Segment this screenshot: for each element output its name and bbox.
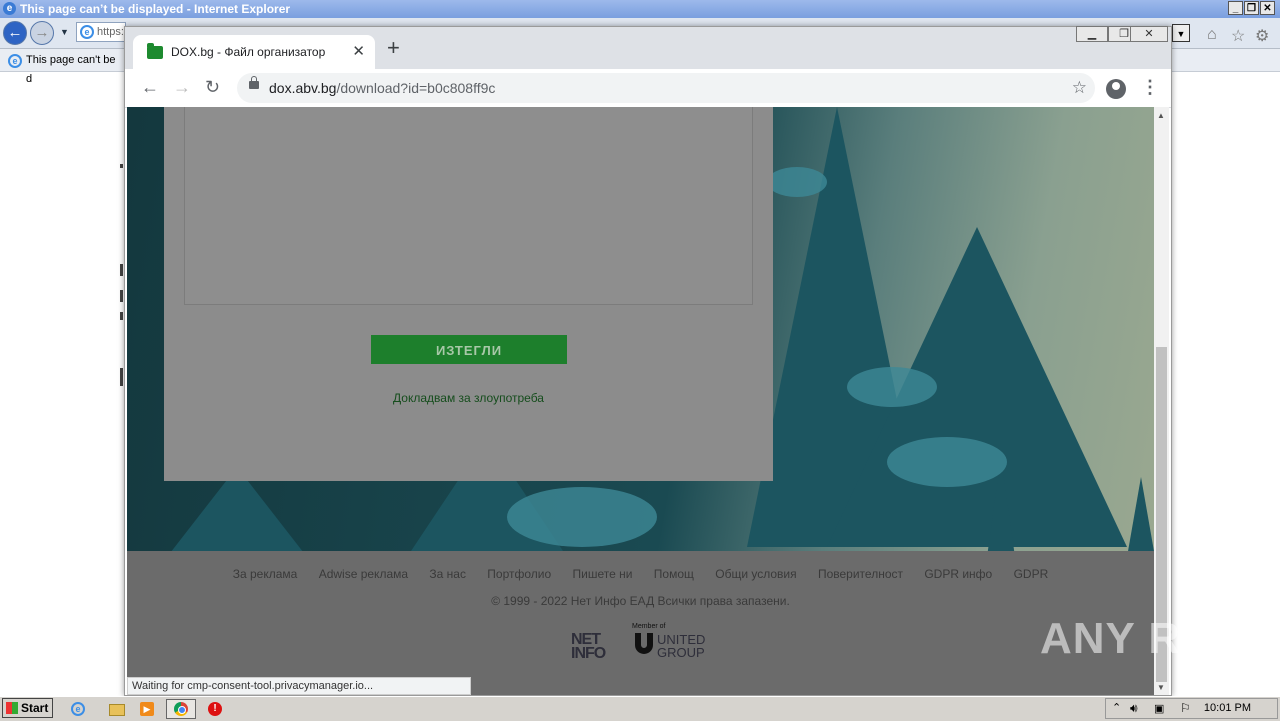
ie-address-bar[interactable]: e https: <box>76 22 126 42</box>
minimize-button[interactable]: _ <box>1228 1 1243 15</box>
home-icon[interactable]: ⌂ <box>1207 26 1217 44</box>
page-viewport: ИЗТЕГЛИ Докладвам за злоупотреба За рекл… <box>127 107 1154 695</box>
back-arrow-icon[interactable]: ← <box>141 77 159 97</box>
start-button[interactable]: Start <box>2 698 53 718</box>
download-button[interactable]: ИЗТЕГЛИ <box>371 335 567 364</box>
back-icon[interactable]: ← <box>3 21 27 45</box>
forward-icon[interactable]: → <box>30 21 54 45</box>
start-label: Start <box>21 701 49 715</box>
action-center-flag-icon[interactable]: ⚐ <box>1180 701 1191 715</box>
ie-tab-label: This page can't be d <box>26 54 116 85</box>
chrome-toolbar: ← → ↻ dox.abv.bg/download?id=b0c808ff9c … <box>125 69 1171 108</box>
united-group-logo-icon[interactable] <box>632 631 656 655</box>
windows-flag-icon <box>6 702 18 714</box>
anyrun-watermark: ANY RUN <box>1040 614 1247 663</box>
taskbar: Start e ▶ ! ⌃ 🔊︎ ▣ ⚐ 10:01 PM <box>0 696 1280 721</box>
system-tray: ⌃ 🔊︎ ▣ ⚐ 10:01 PM <box>1105 698 1278 719</box>
ie-tab[interactable]: e This page can't be d <box>4 51 124 85</box>
chrome-window: DOX.bg - Файл организатор ✕ + ▁ ❐ ✕ ← → … <box>124 26 1172 696</box>
url-text: dox.abv.bg/download?id=b0c808ff9c <box>269 80 495 96</box>
profile-avatar-icon[interactable] <box>1106 79 1126 99</box>
clock[interactable]: 10:01 PM <box>1204 702 1251 714</box>
united-group-text: UNITED GROUP <box>657 633 705 659</box>
folder-favicon-icon <box>147 43 163 59</box>
taskbar-explorer-icon[interactable] <box>104 699 128 719</box>
report-abuse-link[interactable]: Докладвам за злоупотреба <box>164 391 773 405</box>
ie-address-text: https: <box>97 26 124 38</box>
netinfo-logo[interactable]: NET INFO <box>571 632 606 662</box>
ie-window-title: This page can’t be displayed - Internet … <box>20 2 291 16</box>
copyright-text: © 1999 - 2022 Нет Инфо ЕАД Всички права … <box>491 594 790 608</box>
footer-link-terms[interactable]: Общи условия <box>715 567 796 581</box>
page-footer: За реклама Adwise реклама За нас Портфол… <box>127 551 1154 695</box>
netinfo-logo-line2: INFO <box>571 645 606 662</box>
united-group-line2: GROUP <box>657 645 705 660</box>
chrome-tab-strip: DOX.bg - Файл организатор ✕ + ▁ ❐ ✕ <box>125 26 1171 69</box>
footer-link-portfolio[interactable]: Портфолио <box>487 567 551 581</box>
footer-link-about[interactable]: За нас <box>429 567 466 581</box>
chrome-tab[interactable]: DOX.bg - Файл организатор ✕ <box>133 35 375 69</box>
url-path: /download?id=b0c808ff9c <box>336 80 496 96</box>
ie-page-icon: e <box>80 25 94 39</box>
taskbar-security-icon[interactable]: ! <box>204 699 228 719</box>
download-card: ИЗТЕГЛИ Докладвам за злоупотреба <box>164 107 773 481</box>
page-scrollbar[interactable]: ▲ ▼ <box>1154 107 1169 695</box>
member-of-label: Member of <box>632 623 666 630</box>
taskbar-chrome-icon[interactable] <box>166 699 196 719</box>
close-button[interactable]: ✕ <box>1260 1 1275 15</box>
tray-expand-icon[interactable]: ⌃ <box>1112 701 1121 714</box>
volume-icon[interactable]: 🔊︎ <box>1130 701 1138 716</box>
history-dropdown-icon[interactable]: ▼ <box>60 27 69 37</box>
omnibox[interactable]: dox.abv.bg/download?id=b0c808ff9c ☆ <box>237 73 1095 103</box>
kebab-menu-icon[interactable]: ⋮ <box>1141 77 1159 97</box>
bookmark-star-icon[interactable]: ☆ <box>1072 78 1087 98</box>
footer-link-help[interactable]: Помощ <box>654 567 694 581</box>
lock-icon[interactable] <box>249 76 259 89</box>
network-icon[interactable]: ▣ <box>1154 702 1164 715</box>
status-bubble: Waiting for cmp-consent-tool.privacymana… <box>127 677 471 695</box>
scroll-down-icon[interactable]: ▼ <box>1157 683 1165 692</box>
footer-link-privacy[interactable]: Поверителност <box>818 567 903 581</box>
ie-title-bar: e This page can’t be displayed - Interne… <box>0 0 1280 18</box>
new-tab-icon[interactable]: + <box>387 37 400 59</box>
url-host: dox.abv.bg <box>269 80 337 96</box>
footer-link-ads[interactable]: За реклама <box>233 567 298 581</box>
footer-link-gdpr-info[interactable]: GDPR инфо <box>924 567 992 581</box>
chrome-tab-title: DOX.bg - Файл организатор <box>171 45 326 59</box>
chrome-minimize-button[interactable]: ▁ <box>1076 26 1108 42</box>
address-dropdown-icon[interactable]: ▼ <box>1172 24 1190 42</box>
footer-links: За реклама Adwise реклама За нас Портфол… <box>127 567 1154 581</box>
footer-link-gdpr[interactable]: GDPR <box>1014 567 1049 581</box>
file-preview-box <box>184 107 753 305</box>
chrome-close-button[interactable]: ✕ <box>1130 26 1168 42</box>
restore-button[interactable]: ❐ <box>1244 1 1259 15</box>
tab-close-icon[interactable]: ✕ <box>352 42 365 60</box>
taskbar-ie-icon[interactable]: e <box>66 699 90 719</box>
reload-icon[interactable]: ↻ <box>205 77 220 97</box>
scroll-up-icon[interactable]: ▲ <box>1157 111 1165 120</box>
favorites-star-icon[interactable]: ☆ <box>1231 26 1245 46</box>
taskbar-media-player-icon[interactable]: ▶ <box>136 699 160 719</box>
gear-icon[interactable]: ⚙ <box>1255 26 1269 46</box>
ie-tab-icon: e <box>8 54 22 68</box>
footer-link-adwise[interactable]: Adwise реклама <box>319 567 408 581</box>
ie-logo-icon: e <box>3 2 16 15</box>
forward-arrow-icon[interactable]: → <box>173 77 191 97</box>
footer-link-contact[interactable]: Пишете ни <box>573 567 633 581</box>
